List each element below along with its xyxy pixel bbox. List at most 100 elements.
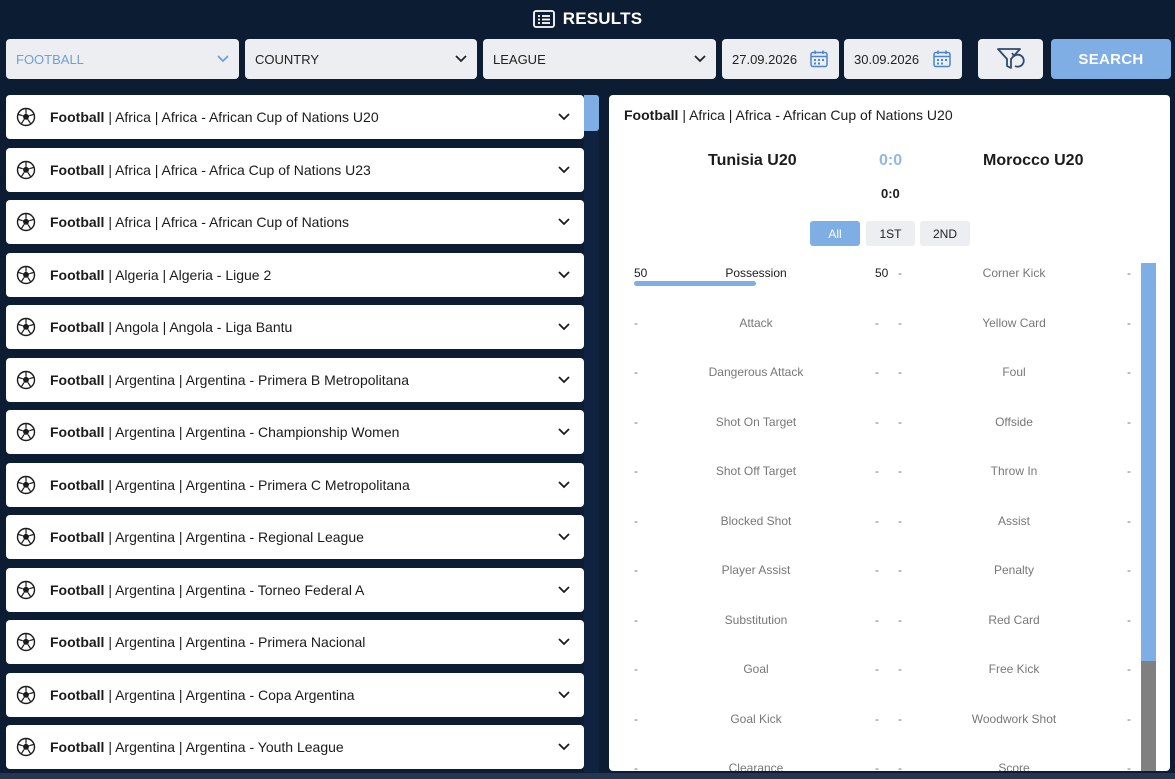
league-path: | Argentina | Argentina - Regional Leagu… (108, 529, 364, 545)
sport-select-value: FOOTBALL (16, 51, 84, 67)
league-select[interactable]: LEAGUE (483, 39, 716, 79)
league-row[interactable]: Football | Argentina | Argentina - Torne… (6, 567, 584, 612)
stat-home-value: 50 (634, 266, 648, 280)
stat-home-value: - (634, 414, 638, 429)
league-row[interactable]: Football | Africa | Africa - African Cup… (6, 200, 584, 244)
match-title-path: | Africa | Africa - African Cup of Natio… (682, 107, 953, 123)
league-row[interactable]: Football | Argentina | Argentina - Regio… (6, 515, 584, 559)
soccer-ball-icon (16, 265, 36, 284)
league-sport: Football (50, 371, 105, 388)
league-list-scrollbar[interactable] (584, 95, 599, 775)
match-stats: 50 Possession 50- Corner Kick - - Attack - - Yell… (609, 255, 1141, 771)
chevron-down-icon (558, 428, 570, 436)
date-from-field[interactable]: 27.09.2026 (722, 39, 839, 79)
soccer-ball-icon (16, 422, 36, 442)
league-row[interactable]: Football | Argentina | Argentina - Prime… (6, 620, 584, 664)
league-label: Football | Africa | Africa - Africa Cup … (50, 162, 558, 178)
stat-home-value: - (898, 266, 902, 280)
tab-first-half[interactable]: 1ST (866, 221, 915, 246)
home-team-name: Tunisia U20 (708, 152, 797, 169)
league-row[interactable]: Football | Argentina | Argentina - Prime… (6, 357, 584, 402)
league-row[interactable]: Football | Argentina | Argentina - Champ… (6, 410, 584, 454)
league-path: | Angola | Angola - Liga Bantu (108, 319, 293, 335)
stat-away-value: - (1127, 464, 1131, 478)
stat-name: Foul (1002, 365, 1026, 379)
soccer-ball-icon (16, 317, 36, 337)
stat-away-value: - (1127, 761, 1131, 771)
league-row[interactable]: Football | Argentina | Argentina - Youth… (6, 725, 584, 769)
league-list-scroll-thumb[interactable] (584, 95, 599, 131)
stat-name: Score (998, 761, 1030, 771)
league-path: | Argentina | Argentina - Primera C Metr… (108, 476, 410, 493)
league-row[interactable]: Football | Argentina | Argentina - Prime… (6, 462, 584, 507)
league-label: Football | Argentina | Argentina - Prime… (50, 372, 558, 388)
tab-all[interactable]: All (810, 221, 860, 246)
league-row[interactable]: Football | Africa | Africa - African Cup… (6, 95, 584, 139)
stat-away-value: - (875, 563, 879, 577)
league-sport: Football (50, 319, 105, 335)
stat-home-value: - (898, 414, 902, 429)
league-row[interactable]: Football | Argentina | Argentina - Copa … (6, 672, 584, 717)
league-sport: Football (50, 739, 105, 755)
chevron-down-icon (558, 113, 570, 121)
chevron-down-icon (558, 375, 570, 383)
soccer-ball-icon (16, 527, 36, 547)
chevron-down-icon (558, 638, 570, 646)
stat-home-value: - (634, 761, 638, 771)
chevron-down-icon (558, 480, 570, 488)
stat-name: Woodwork Shot (971, 711, 1057, 726)
country-select[interactable]: COUNTRY (245, 39, 477, 79)
stat-name: Corner Kick (982, 266, 1046, 280)
calendar-icon[interactable] (932, 49, 952, 69)
stat-name: Substitution (724, 612, 788, 627)
stat-home-value: - (898, 612, 902, 627)
league-path: | Africa | Africa - African Cup of Natio… (108, 214, 350, 230)
stat-away-value: 50 (875, 266, 889, 280)
chevron-down-icon (558, 323, 570, 331)
chevron-down-icon (558, 585, 570, 593)
stat-name: Throw In (990, 464, 1038, 478)
stat-name: Yellow Card (982, 315, 1046, 330)
stat-home-value: - (898, 464, 902, 478)
match-score-secondary: 0:0 (881, 186, 900, 201)
stat-home-value: - (634, 513, 638, 528)
stat-name: Free Kick (988, 662, 1040, 676)
stat-away-value: - (1127, 365, 1131, 379)
league-sport: Football (50, 109, 105, 125)
horizontal-scrollbar[interactable] (0, 773, 1175, 779)
stat-row: - Player Assist - - Penalty - (609, 560, 1141, 580)
league-row[interactable]: Football | Algeria | Algeria - Ligue 2 (6, 252, 584, 297)
stat-away-value: - (1127, 266, 1131, 280)
stats-scrollbar[interactable] (1141, 263, 1156, 771)
date-to-field[interactable]: 30.09.2026 (844, 39, 962, 79)
match-details-panel: Football | Africa | Africa - African Cup… (609, 95, 1170, 771)
soccer-ball-icon (16, 160, 36, 179)
league-label: Football | Argentina | Argentina - Regio… (50, 529, 558, 545)
stat-name: Dangerous Attack (708, 365, 804, 379)
search-button[interactable]: SEARCH (1051, 39, 1171, 79)
stat-away-value: - (875, 711, 879, 726)
league-path: | Argentina | Argentina - Primera Nacion… (108, 634, 366, 650)
sport-select[interactable]: FOOTBALL (6, 39, 239, 79)
league-row[interactable]: Football | Africa | Africa - Africa Cup … (6, 147, 584, 192)
stat-row: - Shot On Target - - Offside - (609, 412, 1141, 432)
league-row[interactable]: Football | Angola | Angola - Liga Bantu (6, 305, 584, 349)
page-header: RESULTS (0, 0, 1175, 38)
tab-second-half[interactable]: 2ND (920, 221, 970, 246)
league-sport: Football (50, 214, 105, 230)
league-label: Football | Algeria | Algeria - Ligue 2 (50, 267, 558, 283)
reset-filter-button[interactable] (978, 39, 1043, 79)
stats-scroll-thumb[interactable] (1141, 263, 1156, 661)
league-label: Football | Argentina | Argentina - Torne… (50, 582, 558, 598)
stat-home-value: - (634, 563, 638, 577)
stat-row: - Dangerous Attack - - Foul - (609, 362, 1141, 382)
soccer-ball-icon (16, 580, 36, 599)
calendar-icon[interactable] (809, 49, 829, 69)
league-label: Football | Angola | Angola - Liga Bantu (50, 319, 558, 335)
country-select-value: COUNTRY (255, 51, 320, 67)
stat-away-value: - (1127, 711, 1131, 726)
stat-row: - Attack - - Yellow Card - (609, 313, 1141, 333)
league-label: Football | Argentina | Argentina - Prime… (50, 634, 558, 650)
chevron-down-icon (558, 743, 570, 751)
stat-row: - Goal - - Free Kick - (609, 659, 1141, 679)
